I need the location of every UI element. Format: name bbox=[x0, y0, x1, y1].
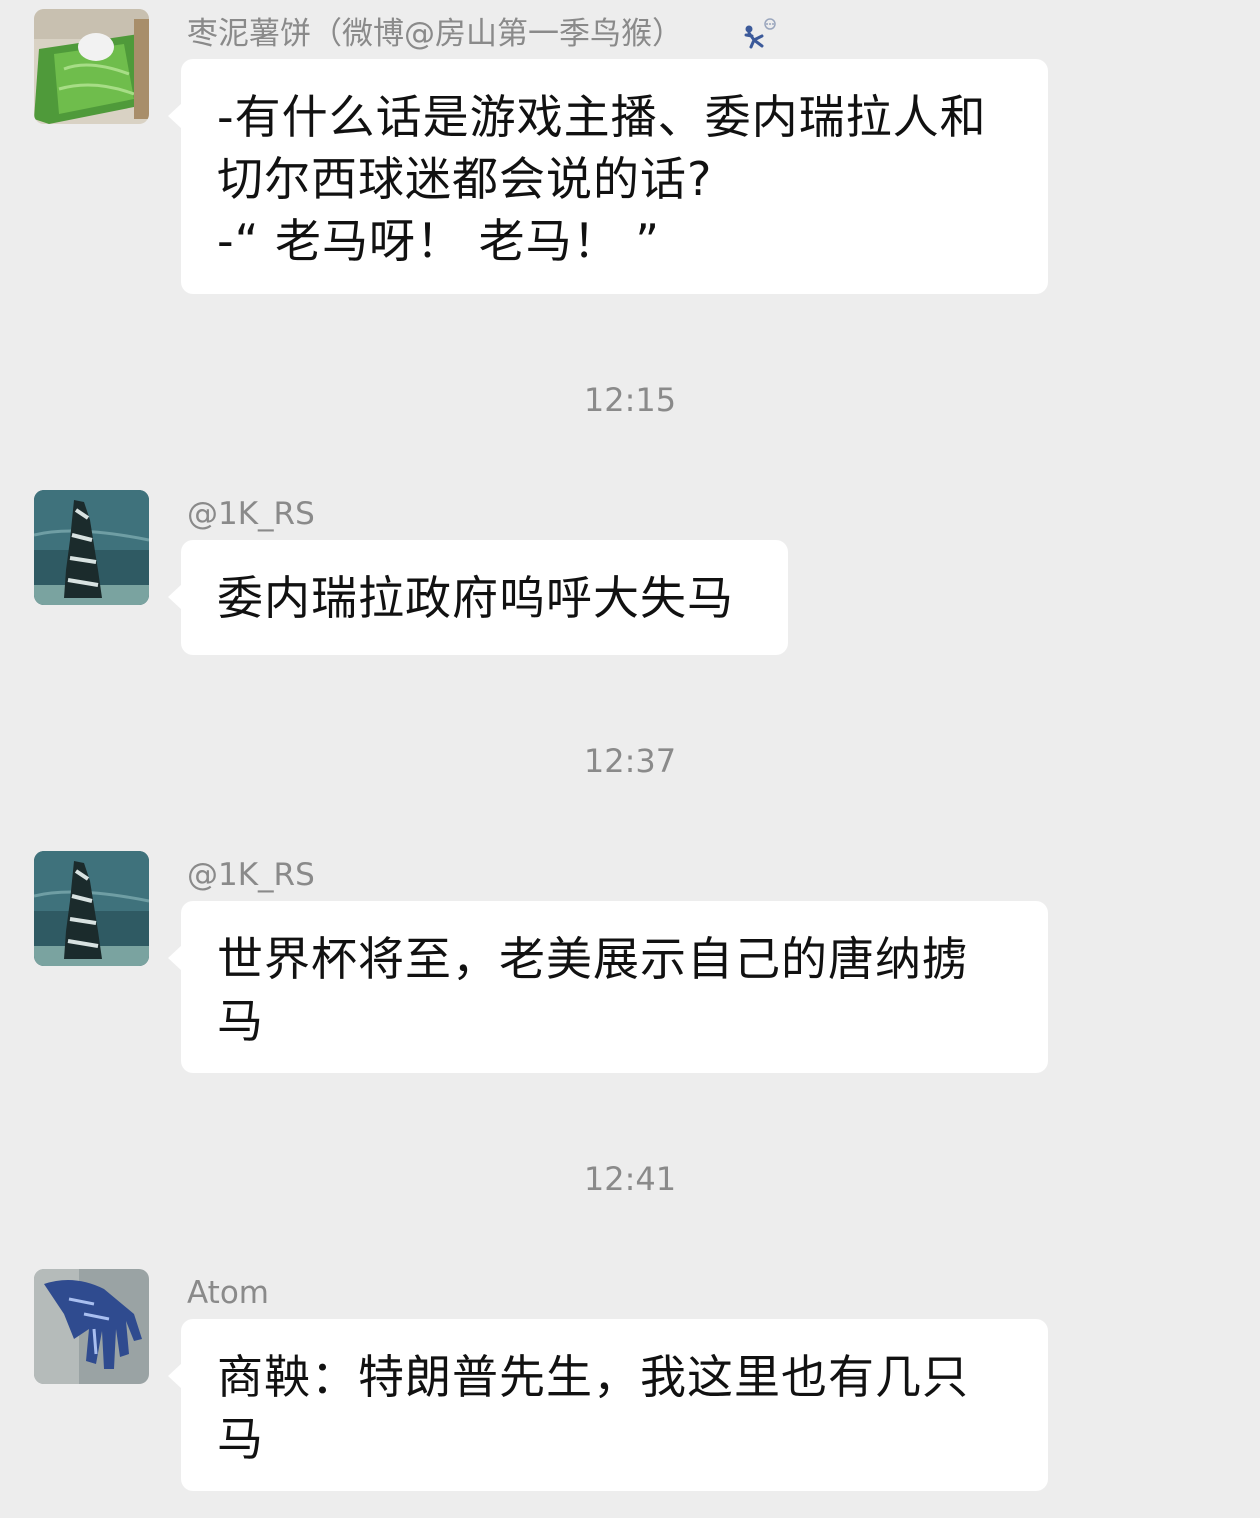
message-bubble[interactable]: 委内瑞拉政府呜呼大失马 bbox=[168, 540, 788, 655]
running-figure-badge-icon bbox=[740, 18, 780, 50]
message-bubble[interactable]: 商鞅：特朗普先生，我这里也有几只 马 bbox=[168, 1319, 1048, 1491]
snowy-tree-avatar[interactable] bbox=[34, 851, 149, 966]
snowy-tree-avatar[interactable] bbox=[34, 490, 149, 605]
blue-hand-avatar-image bbox=[34, 1269, 149, 1384]
timestamp: 12:37 bbox=[583, 742, 677, 780]
message-text: -有什么话是游戏主播、委内瑞拉人和 切尔西球迷都会说的话? -“ 老马呀！ 老马… bbox=[217, 90, 987, 268]
message-text: 商鞅：特朗普先生，我这里也有几只 马 bbox=[217, 1350, 969, 1466]
message-bubble[interactable]: 世界杯将至，老美展示自己的唐纳掳 马 bbox=[168, 901, 1048, 1073]
timestamp: 12:15 bbox=[583, 381, 677, 419]
snowy-tree-avatar-image bbox=[34, 490, 149, 605]
blue-hand-avatar[interactable] bbox=[34, 1269, 149, 1384]
sender-name: 枣泥薯饼（微博@房山第一季鸟猴） bbox=[187, 16, 683, 52]
sender-name: Atom bbox=[187, 1275, 269, 1311]
message-bubble[interactable]: -有什么话是游戏主播、委内瑞拉人和 切尔西球迷都会说的话? -“ 老马呀！ 老马… bbox=[168, 59, 1048, 294]
sender-name: @1K_RS bbox=[187, 496, 315, 532]
cabbage-bed-avatar[interactable] bbox=[34, 9, 149, 124]
timestamp: 12:41 bbox=[583, 1160, 677, 1198]
cabbage-bed-avatar-image bbox=[34, 9, 149, 124]
sender-name: @1K_RS bbox=[187, 857, 315, 893]
message-text: 世界杯将至，老美展示自己的唐纳掳 马 bbox=[217, 932, 969, 1048]
snowy-tree-avatar-image bbox=[34, 851, 149, 966]
message-text: 委内瑞拉政府呜呼大失马 bbox=[217, 571, 734, 625]
